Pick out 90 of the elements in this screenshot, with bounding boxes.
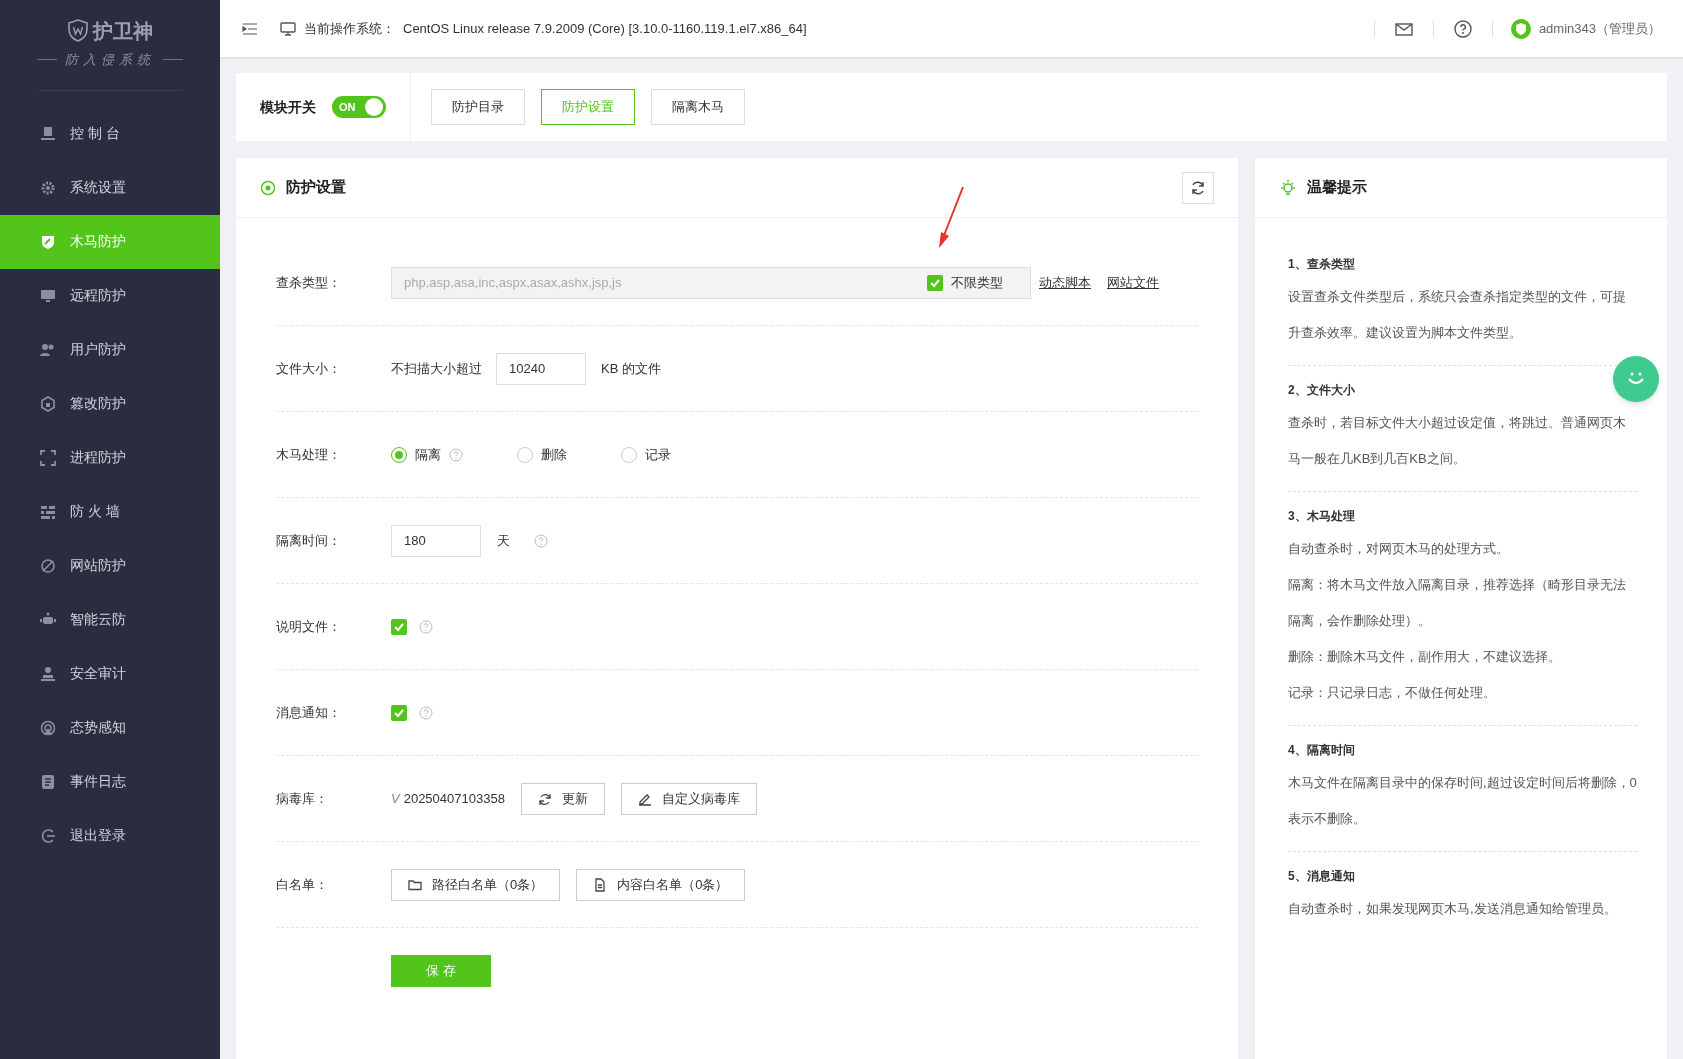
sidebar-item[interactable]: 控 制 台 xyxy=(0,106,220,161)
screen-icon xyxy=(40,287,56,304)
monitor-icon xyxy=(40,125,56,142)
sidebar-item[interactable]: 事件日志 xyxy=(0,754,220,809)
sidebar-item[interactable]: 篡改防护 xyxy=(0,376,220,431)
help-icon xyxy=(419,619,433,634)
checkbox-label: 不限类型 xyxy=(951,273,1003,292)
logo-subtitle: 防入侵系统 xyxy=(65,51,155,69)
shield-icon xyxy=(40,233,56,250)
gear-icon xyxy=(40,179,56,196)
sidebar-item[interactable]: 网站防护 xyxy=(0,538,220,593)
tip-title: 2、文件大小 xyxy=(1288,382,1356,399)
radar-icon xyxy=(40,719,56,736)
sidebar-item[interactable]: 退出登录 xyxy=(0,808,220,863)
lightbulb-icon xyxy=(1279,178,1297,197)
tip-text: 查杀时，若目标文件大小超过设定值，将跳过。普通网页木马一般在几KB到几百KB之间。 xyxy=(1288,414,1627,468)
radio-label: 记录 xyxy=(645,445,671,464)
tip-text: 删除：删除木马文件，副作用大，不建议选择。 xyxy=(1288,648,1562,666)
field-text: 天 xyxy=(497,531,510,550)
version-mark: V xyxy=(391,789,400,808)
tip-title: 1、查杀类型 xyxy=(1288,256,1356,273)
card-title: 温馨提示 xyxy=(1307,177,1367,198)
sidebar-item[interactable]: 用户防护 xyxy=(0,322,220,377)
tab[interactable]: 隔离木马 xyxy=(651,89,745,125)
radio-label: 隔离 xyxy=(415,445,441,464)
field-label: 文件大小： xyxy=(276,359,342,378)
sidebar-item[interactable]: 态势感知 xyxy=(0,700,220,755)
users-icon xyxy=(40,341,56,358)
monitor-icon xyxy=(280,20,296,37)
action-button[interactable]: 内容白名单（0条） xyxy=(576,868,746,901)
help-icon xyxy=(1453,19,1472,38)
size-input[interactable]: 10240 xyxy=(496,352,586,385)
tip-title: 3、木马处理 xyxy=(1288,508,1356,525)
refresh-icon xyxy=(1190,179,1206,196)
hexagon-icon xyxy=(40,395,56,412)
field-text: 不扫描大小超过 xyxy=(391,359,482,378)
action-button[interactable]: 更新 xyxy=(520,782,605,815)
avatar-icon xyxy=(1510,18,1531,39)
refresh-button[interactable] xyxy=(1182,171,1214,204)
os-value: CentOS Linux release 7.9.2009 (Core) [3.10.0-1160.119.1.el7.x86_64] xyxy=(403,19,807,38)
document-icon xyxy=(593,877,608,892)
refresh-icon xyxy=(537,791,552,806)
checkbox[interactable] xyxy=(391,704,407,721)
mail-icon xyxy=(1394,20,1413,37)
tip-text: 自动查杀时，对网页木马的处理方式。 xyxy=(1288,540,1510,558)
field-label: 病毒库： xyxy=(276,789,329,808)
target-icon xyxy=(260,179,276,196)
field-label: 消息通知： xyxy=(276,703,342,722)
tip-title: 4、隔离时间 xyxy=(1288,742,1356,759)
tab[interactable]: 防护目录 xyxy=(431,89,525,125)
help-icon xyxy=(419,705,433,720)
sidebar-item[interactable]: 系统设置 xyxy=(0,160,220,215)
module-label: 模块开关 xyxy=(260,97,316,117)
shield-logo-icon xyxy=(67,19,89,43)
tip-text: 木马文件在隔离目录中的保存时间,超过设定时间后将删除，0表示不删除。 xyxy=(1288,774,1637,828)
field-label: 说明文件： xyxy=(276,617,342,636)
brick-wall-icon xyxy=(40,503,56,520)
chat-button[interactable] xyxy=(1613,356,1659,402)
help-icon xyxy=(534,533,548,548)
logout-icon xyxy=(40,827,56,844)
user-name[interactable]: admin343（管理员） xyxy=(1538,18,1661,39)
frame-icon xyxy=(40,449,56,466)
radio-label: 删除 xyxy=(541,445,567,464)
folder-icon xyxy=(408,877,422,892)
logo-title: 护卫神 xyxy=(93,19,153,44)
days-input[interactable]: 180 xyxy=(391,524,481,557)
field-label: 隔离时间： xyxy=(276,531,342,550)
field-text: KB 的文件 xyxy=(601,359,661,378)
stamp-icon xyxy=(40,665,56,682)
tip-text: 自动查杀时，如果发现网页木马,发送消息通知给管理员。 xyxy=(1288,900,1618,918)
sidebar-item[interactable]: 安全审计 xyxy=(0,646,220,701)
field-label: 木马处理： xyxy=(276,445,342,464)
field-label: 查杀类型： xyxy=(276,273,342,292)
tip-text: 记录：只记录日志，不做任何处理。 xyxy=(1288,684,1497,702)
sidebar-item[interactable]: 远程防护 xyxy=(0,268,220,323)
field-label: 白名单： xyxy=(276,875,329,894)
card-title: 防护设置 xyxy=(286,177,346,198)
sidebar-item[interactable]: 进程防护 xyxy=(0,430,220,485)
version-text: 20250407103358 xyxy=(403,789,505,808)
checkbox[interactable] xyxy=(391,618,407,635)
os-label: 当前操作系统： xyxy=(304,19,395,38)
sidebar-item[interactable]: 智能云防 xyxy=(0,592,220,647)
document-icon xyxy=(40,773,56,790)
action-button[interactable]: 自定义病毒库 xyxy=(620,782,757,815)
tip-text: 隔离：将木马文件放入隔离目录，推荐选择（畸形目录无法隔离，会作删除处理）。 xyxy=(1288,576,1627,630)
menu-icon xyxy=(242,20,258,37)
sidebar-item[interactable]: 防 火 墙 xyxy=(0,484,220,539)
tip-text: 设置查杀文件类型后，系统只会查杀指定类型的文件，可提升查杀效率。建议设置为脚本文件类型。 xyxy=(1288,288,1627,342)
action-button[interactable]: 路径白名单（0条） xyxy=(391,868,561,901)
tip-title: 5、消息通知 xyxy=(1288,868,1356,885)
